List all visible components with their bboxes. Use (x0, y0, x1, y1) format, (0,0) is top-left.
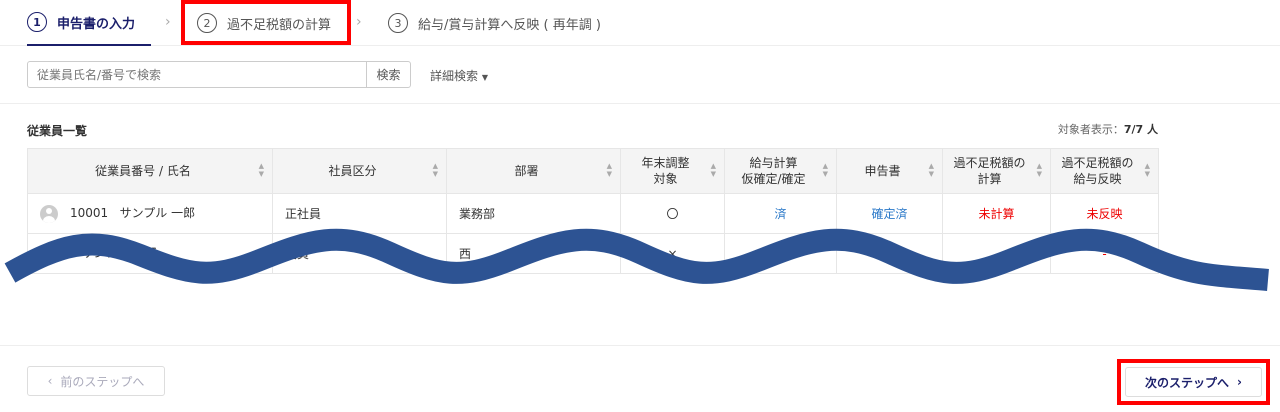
step-3[interactable]: 3 給与/賞与計算へ反映 ( 再年調 ) (388, 0, 601, 46)
sort-icon[interactable]: ▲ ▼ (433, 162, 438, 178)
prev-step-button[interactable]: ‹ 前のステップへ (27, 366, 165, 396)
divider (0, 103, 1280, 104)
advanced-search-toggle[interactable]: 詳細検索 ▼ (430, 67, 488, 84)
search-button[interactable]: 検索 (366, 61, 411, 88)
highlight-box (181, 0, 351, 45)
target-count: 対象者表示：7/7 人 (1057, 123, 1158, 136)
sort-icon[interactable]: ▲ ▼ (823, 162, 828, 178)
step-1[interactable]: 1 申告書の入力 (27, 0, 151, 46)
column-header[interactable]: 過不足税額の 計算 ▲ ▼ (942, 148, 1051, 194)
chevron-right-icon: › (356, 14, 362, 30)
sort-icon[interactable]: ▲ ▼ (259, 162, 264, 178)
column-header[interactable]: 部署 ▲ ▼ (446, 148, 621, 194)
caret-down-icon: ▼ (481, 73, 488, 82)
sort-icon[interactable]: ▲ ▼ (929, 162, 934, 178)
list-title: 従業員一覧 (27, 124, 88, 138)
sort-icon[interactable]: ▲ ▼ (1037, 162, 1042, 178)
sort-icon[interactable]: ▲ ▼ (711, 162, 716, 178)
sort-icon[interactable]: ▲ ▼ (1145, 162, 1150, 178)
search-input[interactable] (27, 61, 367, 88)
column-header[interactable]: 給与計算 仮確定/確定 ▲ ▼ (724, 148, 837, 194)
column-header[interactable]: 社員区分 ▲ ▼ (272, 148, 447, 194)
sort-icon[interactable]: ▲ ▼ (607, 162, 612, 178)
chevron-right-icon: › (165, 14, 171, 30)
column-header[interactable]: 従業員番号 / 氏名 ▲ ▼ (27, 148, 273, 194)
column-header[interactable]: 年末調整 対象 ▲ ▼ (620, 148, 725, 194)
wave-break-decoration (4, 228, 1269, 291)
chevron-left-icon: ‹ (47, 374, 53, 388)
column-header[interactable]: 申告書 ▲ ▼ (836, 148, 943, 194)
avatar-icon (40, 204, 58, 223)
divider (0, 345, 1280, 346)
highlight-box (1117, 359, 1270, 405)
column-header[interactable]: 過不足税額の 給与反映 ▲ ▼ (1050, 148, 1159, 194)
